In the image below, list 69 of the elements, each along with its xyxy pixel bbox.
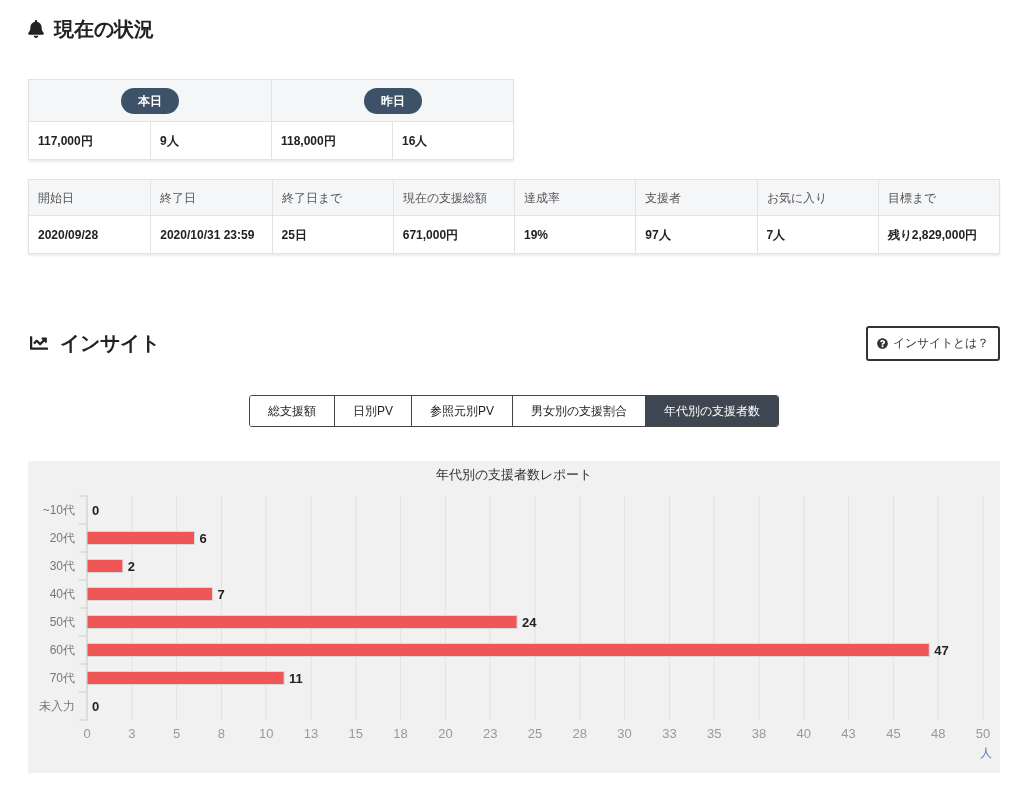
column-header: 目標まで bbox=[877, 180, 999, 215]
category-label: 未入力 bbox=[39, 699, 75, 713]
axis-tick-label: 18 bbox=[393, 726, 408, 741]
period-badge: 本日 bbox=[121, 87, 179, 114]
section-title: インサイト bbox=[60, 331, 160, 356]
data-label: 24 bbox=[522, 615, 537, 630]
table-cell: 残り2,829,000円 bbox=[877, 216, 999, 253]
axis-unit-label: 人 bbox=[980, 746, 992, 760]
table-cell: 7人 bbox=[756, 216, 878, 253]
data-label: 2 bbox=[127, 559, 136, 574]
table-cell: 25日 bbox=[271, 216, 393, 253]
table-cell: 9人 bbox=[150, 122, 271, 159]
column-header: 支援者 bbox=[635, 180, 757, 215]
data-label: 47 bbox=[934, 643, 949, 658]
category-label: 20代 bbox=[49, 531, 75, 545]
data-label: 0 bbox=[92, 503, 100, 518]
axis-tick-label: 48 bbox=[930, 726, 946, 741]
table-cell: 97人 bbox=[635, 216, 757, 253]
chart-title: 年代別の支援者数レポート bbox=[436, 467, 592, 482]
category-label: 30代 bbox=[49, 559, 75, 573]
axis-tick-label: 43 bbox=[841, 726, 856, 741]
axis-tick-label: 40 bbox=[796, 726, 812, 741]
category-label: 70代 bbox=[49, 671, 75, 685]
axis-tick-label: 0 bbox=[83, 726, 91, 741]
axis-tick-label: 25 bbox=[527, 726, 543, 741]
column-header: 終了日まで bbox=[271, 180, 393, 215]
axis-tick-label: 13 bbox=[303, 726, 319, 741]
data-label: 7 bbox=[217, 587, 225, 602]
axis-tick-label: 23 bbox=[482, 726, 498, 741]
data-label: 11 bbox=[289, 671, 303, 686]
axis-tick-label: 50 bbox=[975, 726, 991, 741]
category-label: 40代 bbox=[49, 587, 75, 601]
column-header: 終了日 bbox=[150, 180, 272, 215]
axis-tick-label: 30 bbox=[617, 726, 632, 741]
axis-tick-label: 28 bbox=[572, 726, 588, 741]
category-label: 50代 bbox=[49, 615, 75, 629]
period-badge: 昨日 bbox=[363, 87, 422, 114]
help-button[interactable]: インサイトとは？ bbox=[866, 325, 1000, 361]
category-label: ~10代 bbox=[42, 503, 75, 517]
help-icon bbox=[877, 337, 888, 349]
axis-tick-label: 3 bbox=[128, 726, 136, 741]
table-cell-text: 117,000円 bbox=[37, 132, 94, 150]
column-header: 開始日 bbox=[37, 189, 75, 207]
axis-tick-label: 20 bbox=[438, 726, 453, 741]
column-header: 達成率 bbox=[514, 180, 636, 215]
axis-tick-label: 15 bbox=[348, 726, 364, 741]
data-label: 6 bbox=[199, 531, 207, 546]
category-label: 60代 bbox=[49, 643, 75, 657]
axis-tick-label: 8 bbox=[217, 726, 225, 741]
bar bbox=[86, 559, 124, 573]
axis-tick-label: 38 bbox=[751, 726, 767, 741]
column-header: お気に入り bbox=[756, 180, 878, 215]
tab[interactable]: 年代別の支援者数 bbox=[645, 396, 778, 426]
table-cell: 118,000円 bbox=[271, 122, 392, 159]
axis-tick-label: 10 bbox=[258, 726, 274, 741]
table-cell-text: 2020/09/28 bbox=[37, 226, 100, 244]
bell-icon bbox=[28, 20, 44, 38]
axis-tick-label: 33 bbox=[662, 726, 677, 741]
axis-tick-label: 35 bbox=[706, 726, 722, 741]
column-header: 現在の支援総額 bbox=[392, 180, 514, 215]
section-title: 現在の状況 bbox=[54, 17, 154, 42]
table-cell: 2020/10/31 23:59 bbox=[150, 216, 272, 253]
table-cell: 671,000円 bbox=[392, 216, 514, 253]
table-cell: 19% bbox=[514, 216, 636, 253]
data-label: 0 bbox=[92, 699, 100, 714]
axis-tick-label: 45 bbox=[886, 726, 901, 741]
line-chart-icon bbox=[28, 334, 50, 352]
axis-tick-label: 5 bbox=[173, 726, 181, 741]
table-cell: 16人 bbox=[392, 122, 513, 159]
